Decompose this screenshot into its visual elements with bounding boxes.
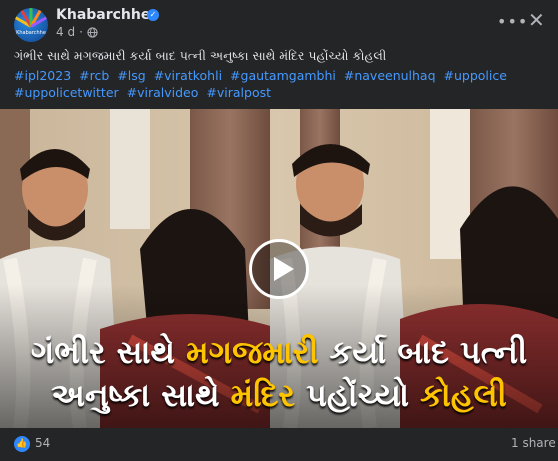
- post-footer: 👍 54 1 share: [0, 428, 558, 461]
- hashtag-link[interactable]: #lsg: [117, 68, 145, 83]
- post-caption: ગંભીર સાથે મગજમારી કર્યા બાદ પત્ની અનુષ્…: [14, 48, 387, 63]
- verified-badge-icon: ✓: [147, 9, 159, 21]
- hashtag-link[interactable]: #viratkohli: [154, 68, 222, 83]
- hashtag-link[interactable]: #uppolice: [444, 68, 507, 83]
- video-overlay-line1: ગંભીર સાથે મગજમારી કર્યા બાદ પત્ની: [30, 333, 528, 371]
- hashtag-list: #ipl2023 #rcb #lsg #viratkohli #gautamga…: [14, 67, 554, 101]
- hashtag-link[interactable]: #rcb: [79, 68, 109, 83]
- hashtag-link[interactable]: #viralpost: [206, 85, 271, 100]
- reaction-count[interactable]: 54: [35, 436, 50, 450]
- post-meta: 4 d ·: [56, 25, 98, 39]
- close-icon[interactable]: ✕: [528, 8, 545, 32]
- play-icon[interactable]: [249, 239, 309, 299]
- post-time[interactable]: 4 d: [56, 25, 75, 39]
- globe-icon: [87, 26, 98, 38]
- page-name[interactable]: Khabarchhe: [56, 7, 150, 23]
- hashtag-link[interactable]: #viralvideo: [127, 85, 199, 100]
- like-reaction-icon[interactable]: 👍: [14, 436, 30, 452]
- page-avatar[interactable]: Khabarchhe: [14, 8, 48, 42]
- hashtag-link[interactable]: #gautamgambhi: [230, 68, 336, 83]
- video-overlay-line2: અનુષ્કા સાથે મંદિર પહોંચ્યો કોહલી: [51, 376, 507, 414]
- hashtag-link[interactable]: #uppolicetwitter: [14, 85, 119, 100]
- hashtag-link[interactable]: #ipl2023: [14, 68, 71, 83]
- hashtag-link[interactable]: #naveenulhaq: [344, 68, 436, 83]
- more-options-icon[interactable]: •••: [497, 12, 528, 31]
- post-header: Khabarchhe Khabarchhe ✓ 4 d · ••• ✕: [0, 0, 558, 44]
- share-count[interactable]: 1 share: [511, 436, 556, 450]
- avatar-logo-text: Khabarchhe: [16, 30, 46, 36]
- video-player[interactable]: ગંભીર સાથે મગજમારી કર્યા બાદ પત્ની અનુષ્…: [0, 109, 558, 428]
